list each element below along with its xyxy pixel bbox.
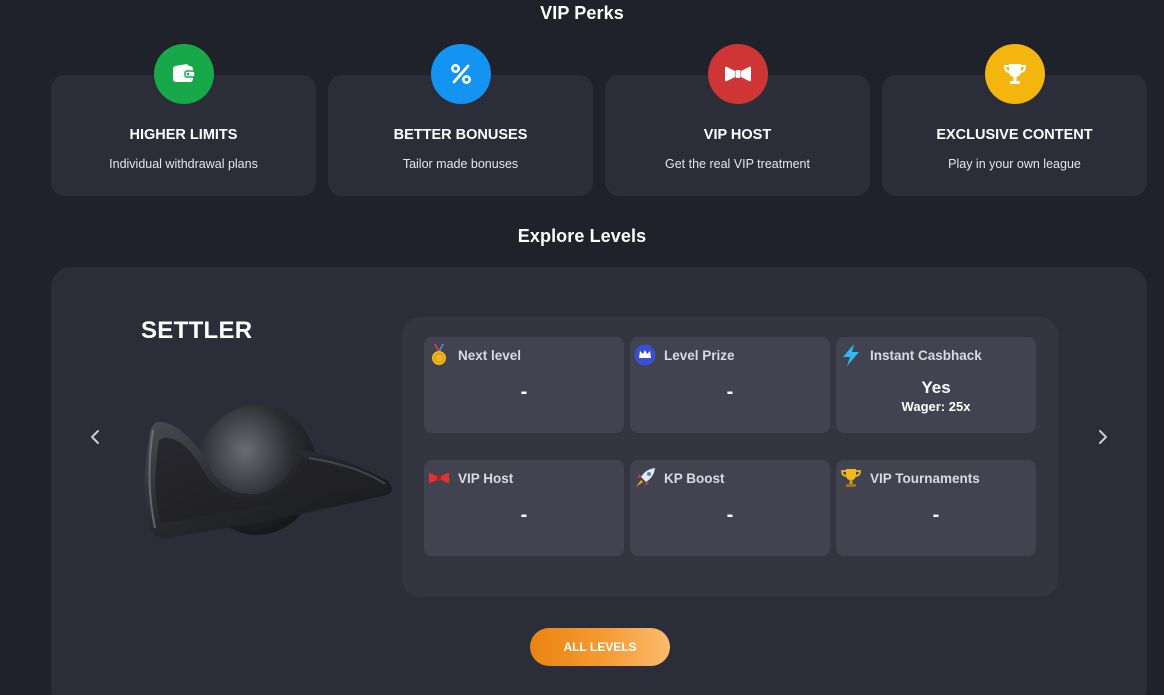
perk-card-higher-limits: HIGHER LIMITS Individual withdrawal plan… (51, 44, 316, 196)
stat-tile-vip-tournaments: VIP Tournaments - (836, 460, 1036, 556)
stat-label: Instant Casbhack (870, 347, 982, 363)
stat-tile-vip-host: VIP Host - (424, 460, 624, 556)
perk-description: Play in your own league (948, 157, 1081, 171)
stat-value: - (726, 504, 734, 526)
perk-name: EXCLUSIVE CONTENT (936, 127, 1093, 143)
perk-name: HIGHER LIMITS (129, 127, 238, 143)
explore-levels-title: Explore Levels (517, 226, 647, 246)
bowtie-icon (707, 44, 768, 104)
stat-value: Yes (921, 378, 951, 397)
next-level-button[interactable] (1091, 425, 1115, 449)
chevron-right-icon (1099, 430, 1107, 444)
vip-perks-title: VIP Perks (540, 3, 624, 23)
lightning-icon (840, 344, 862, 366)
perk-name: BETTER BONUSES (393, 127, 528, 143)
stat-value: - (932, 504, 940, 526)
stat-label: KP Boost (664, 470, 725, 486)
percent-icon (430, 44, 491, 104)
medal-icon (428, 344, 450, 366)
stat-tile-level-prize: Level Prize - (630, 337, 830, 433)
trophy-icon (984, 44, 1045, 104)
levels-panel: SETTLER Next level - Level Prize - Insta… (51, 267, 1147, 695)
bowtie-icon (428, 467, 450, 489)
stat-value: - (520, 504, 528, 526)
perk-description: Get the real VIP treatment (665, 157, 810, 171)
rocket-icon (634, 467, 656, 489)
all-levels-button[interactable]: ALL LEVELS (530, 628, 670, 666)
wallet-icon (153, 44, 214, 104)
perk-card-better-bonuses: BETTER BONUSES Tailor made bonuses (328, 44, 593, 196)
level-stats-box: Next level - Level Prize - Instant Casbh… (402, 317, 1058, 597)
perk-card-exclusive-content: EXCLUSIVE CONTENT Play in your own leagu… (882, 44, 1147, 196)
perk-description: Tailor made bonuses (402, 157, 519, 171)
stat-value: - (726, 381, 734, 403)
stat-tile-kp-boost: KP Boost - (630, 460, 830, 556)
stat-subvalue: Wager: 25x (901, 399, 971, 414)
chevron-left-icon (91, 430, 99, 444)
stat-tile-instant-cashback: Instant Casbhack Yes Wager: 25x (836, 337, 1036, 433)
crown-badge-icon (634, 344, 656, 366)
stat-label: Level Prize (664, 347, 735, 363)
stat-label: VIP Tournaments (870, 470, 980, 486)
stat-label: VIP Host (458, 470, 514, 486)
level-name: SETTLER (141, 317, 253, 344)
previous-level-button[interactable] (83, 425, 107, 449)
perk-name: VIP HOST (703, 127, 772, 143)
stat-tile-next-level: Next level - (424, 337, 624, 433)
stat-value: - (520, 381, 528, 403)
perk-card-vip-host: VIP HOST Get the real VIP treatment (605, 44, 870, 196)
trophy-icon (840, 467, 862, 489)
level-hat-image (144, 405, 392, 538)
stat-label: Next level (458, 347, 522, 363)
perk-description: Individual withdrawal plans (109, 157, 258, 171)
